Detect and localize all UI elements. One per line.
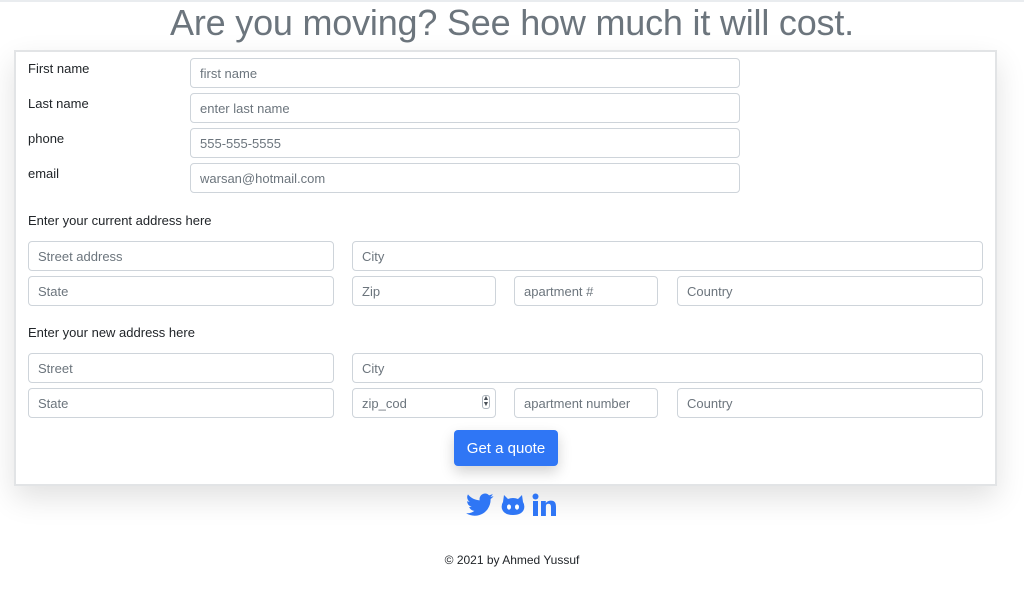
first-name-input[interactable] [190,58,740,88]
current-state-input[interactable] [28,276,334,306]
phone-label: phone [28,131,65,146]
current-apartment-input[interactable] [514,276,658,306]
current-city-input[interactable] [352,241,983,271]
new-country-input[interactable] [677,388,983,418]
footer-copyright: © 2021 by Ahmed Yussuf [444,553,580,567]
moving-quote-form: First name Last name phone email Enter y… [14,50,997,486]
new-zip-input[interactable] [352,388,496,418]
twitter-icon[interactable] [466,492,494,522]
new-apartment-input[interactable] [514,388,658,418]
new-city-input[interactable] [352,353,983,383]
new-street-input[interactable] [28,353,334,383]
email-input[interactable] [190,163,740,193]
new-state-input[interactable] [28,388,334,418]
social-links [466,492,558,522]
new-address-heading: Enter your new address here [28,325,195,340]
last-name-input[interactable] [190,93,740,123]
number-stepper-icon[interactable]: ▲ ▼ [482,395,490,409]
new-zip-field: ▲▼ [352,388,496,418]
page-title: Are you moving? See how much it will cos… [170,2,854,43]
current-street-input[interactable] [28,241,334,271]
last-name-label: Last name [28,96,89,111]
github-icon[interactable] [500,493,526,522]
linkedin-icon[interactable] [532,493,558,522]
current-country-input[interactable] [677,276,983,306]
get-quote-button[interactable]: Get a quote [454,430,558,466]
email-label: email [28,166,60,181]
first-name-label: First name [28,61,90,76]
current-zip-input[interactable] [352,276,496,306]
phone-input[interactable] [190,128,740,158]
current-address-heading: Enter your current address here [28,213,212,228]
